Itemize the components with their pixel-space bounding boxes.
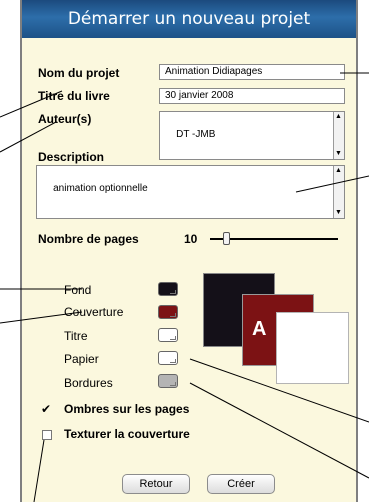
callout-line-description (295, 175, 369, 193)
callout-line-cover (0, 311, 83, 324)
callout-line-authors (0, 121, 57, 153)
callout-line-borders (189, 382, 369, 479)
callout-line-texture (33, 439, 45, 502)
callout-lines (0, 72, 369, 502)
callout-line-paper (189, 358, 369, 423)
callout-line-book-title (0, 90, 63, 118)
